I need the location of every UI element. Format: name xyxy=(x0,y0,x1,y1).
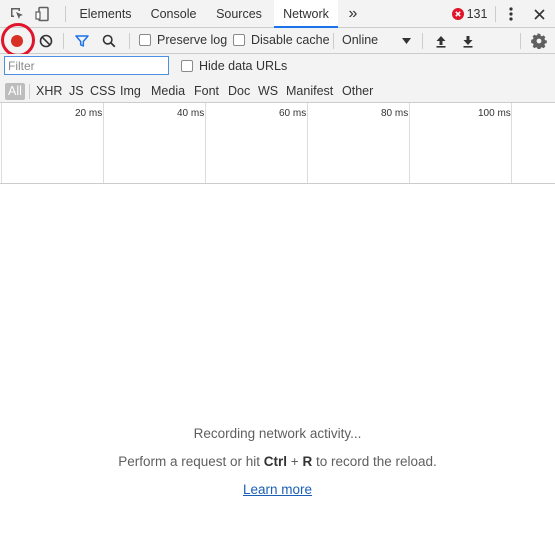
type-filter-other[interactable]: Other xyxy=(342,83,373,100)
import-har-button[interactable] xyxy=(432,32,450,50)
timeline-tick-label: 80 ms xyxy=(381,108,409,119)
filter-input[interactable] xyxy=(4,56,169,75)
type-separator xyxy=(29,84,30,99)
timeline-gridline xyxy=(511,103,512,183)
learn-more-row: Learn more xyxy=(0,482,555,497)
disable-cache-checkbox[interactable] xyxy=(233,34,245,46)
upload-icon xyxy=(436,35,446,48)
error-icon[interactable] xyxy=(452,8,464,20)
reload-hint-before: Perform a request or hit xyxy=(118,454,264,469)
network-toolbar: Preserve log Disable cache Online xyxy=(0,28,555,54)
clear-icon xyxy=(39,34,53,48)
timeline-gridline xyxy=(307,103,308,183)
type-filter-js[interactable]: JS xyxy=(69,83,84,100)
toolbar-separator xyxy=(63,33,64,49)
type-filter-font[interactable]: Font xyxy=(194,83,219,100)
type-filter-css[interactable]: CSS xyxy=(90,83,116,100)
tab-network[interactable]: Network xyxy=(274,0,338,28)
preserve-log-label[interactable]: Preserve log xyxy=(157,33,227,47)
timeline-gridline xyxy=(409,103,410,183)
timeline-gridline xyxy=(205,103,206,183)
preserve-log-checkbox[interactable] xyxy=(139,34,151,46)
search-icon xyxy=(102,34,116,48)
tab-console[interactable]: Console xyxy=(145,0,202,28)
filter-funnel-icon xyxy=(75,35,89,47)
tab-sources[interactable]: Sources xyxy=(211,0,267,28)
devtools-tabbar: Elements Console Sources Network » 131 xyxy=(0,0,555,28)
network-settings-button[interactable] xyxy=(529,31,549,51)
close-icon[interactable] xyxy=(530,5,548,23)
toolbar-separator xyxy=(520,33,521,49)
disable-cache-label[interactable]: Disable cache xyxy=(251,33,330,47)
type-filter-ws[interactable]: WS xyxy=(258,83,278,100)
type-filter-xhr[interactable]: XHR xyxy=(36,83,62,100)
error-count[interactable]: 131 xyxy=(465,0,489,28)
gear-icon xyxy=(531,33,547,49)
timeline-tick-label: 40 ms xyxy=(177,108,205,119)
record-highlight-ring xyxy=(1,23,35,57)
tabbar-separator xyxy=(65,6,66,22)
toolbar-separator xyxy=(422,33,423,49)
type-filter-manifest[interactable]: Manifest xyxy=(286,83,333,100)
download-icon xyxy=(463,35,473,48)
more-tabs-button[interactable]: » xyxy=(343,0,363,28)
throttling-select[interactable]: Online xyxy=(342,33,378,47)
search-button[interactable] xyxy=(99,31,119,51)
clear-button[interactable] xyxy=(36,31,56,51)
tab-elements[interactable]: Elements xyxy=(75,0,136,28)
learn-more-link[interactable]: Learn more xyxy=(243,482,312,497)
timeline-tick-label: 60 ms xyxy=(279,108,307,119)
filter-bar: Hide data URLs xyxy=(0,54,555,80)
toolbar-separator xyxy=(333,33,334,49)
reload-hint-key-ctrl: Ctrl xyxy=(263,454,288,469)
tabbar-separator xyxy=(495,6,496,22)
inspect-element-icon[interactable] xyxy=(8,5,26,23)
type-filter-doc[interactable]: Doc xyxy=(228,83,250,100)
hide-data-urls-label[interactable]: Hide data URLs xyxy=(199,59,287,73)
device-toolbar-icon[interactable] xyxy=(34,5,52,23)
timeline-tick-label: 100 ms xyxy=(478,108,511,119)
type-filter-media[interactable]: Media xyxy=(151,83,185,100)
filter-toggle-button[interactable] xyxy=(72,31,92,51)
toolbar-separator xyxy=(129,33,130,49)
throttling-dropdown-arrow-icon[interactable] xyxy=(399,34,413,48)
type-filter-img[interactable]: Img xyxy=(120,83,141,100)
reload-hint-plus: + xyxy=(287,454,303,469)
timeline-gridline xyxy=(103,103,104,183)
reload-hint-text: Perform a request or hit Ctrl + R to rec… xyxy=(0,454,555,469)
timeline-gridline xyxy=(1,103,2,183)
reload-hint-key-r: R xyxy=(302,454,313,469)
type-filter-all[interactable]: All xyxy=(5,83,25,100)
resource-type-bar: All XHR JS CSS Img Media Font Doc WS Man… xyxy=(0,80,555,103)
hide-data-urls-checkbox[interactable] xyxy=(181,60,193,72)
recording-status-text: Recording network activity... xyxy=(193,426,362,441)
reload-hint-after: to record the reload. xyxy=(312,454,437,469)
timeline-overview[interactable]: 20 ms 40 ms 60 ms 80 ms 100 ms xyxy=(0,103,555,184)
export-har-button[interactable] xyxy=(459,32,477,50)
timeline-tick-label: 20 ms xyxy=(75,108,103,119)
kebab-menu-icon[interactable] xyxy=(502,5,520,23)
